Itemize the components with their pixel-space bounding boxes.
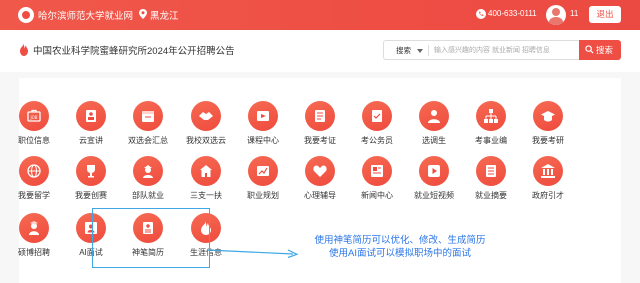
service-item[interactable]: 部队就业 [118, 156, 178, 206]
service-item[interactable]: 云宣讲 [61, 101, 121, 151]
service-item[interactable]: 新闻中心 [347, 156, 407, 206]
service-label: 政府引才 [532, 191, 564, 200]
service-item[interactable]: 我要留学 [4, 156, 64, 206]
svg-text:JOB: JOB [29, 115, 37, 120]
course-icon [248, 101, 278, 131]
service-item[interactable]: 硕博招聘 [4, 213, 64, 263]
service-label: 部队就业 [132, 191, 164, 200]
site-title[interactable]: 哈尔滨师范大学就业网 [38, 8, 133, 22]
service-label: 我要考研 [532, 136, 564, 145]
phone-icon [476, 9, 486, 19]
heart-icon [305, 156, 335, 186]
soldier-icon [133, 156, 163, 186]
service-item[interactable]: 就业短视频 [404, 156, 464, 206]
video-icon [419, 156, 449, 186]
graduate-cap-icon [533, 101, 563, 131]
avatar[interactable] [546, 5, 566, 25]
service-item[interactable]: 三支一扶 [176, 156, 236, 206]
user-count: 11 [570, 9, 579, 18]
service-label: 硕博招聘 [18, 248, 50, 257]
chevron-down-icon[interactable] [417, 49, 423, 53]
search-box: 搜索 [383, 40, 579, 60]
service-label: 职业规划 [247, 191, 279, 200]
service-label: 我要留学 [18, 191, 50, 200]
service-item[interactable]: 心理辅导 [290, 156, 350, 206]
top-bar: 哈尔滨师范大学就业网 黑龙江 400-633-0111 11 退出 [0, 0, 640, 30]
service-label: 就业摘要 [475, 191, 507, 200]
handshake-icon [191, 101, 221, 131]
service-label: 心理辅导 [304, 191, 336, 200]
phone-number: 400-633-0111 [488, 9, 537, 18]
annotation-line-2: 使用AI面试可以模拟职场中的面试 [329, 248, 471, 259]
service-label: 新闻中心 [361, 191, 393, 200]
service-item[interactable]: 考公务员 [347, 101, 407, 151]
service-label: 云宣讲 [79, 136, 103, 145]
certificate-icon [305, 101, 335, 131]
service-label: 我校双选云 [186, 136, 226, 145]
service-item[interactable]: JOB 职位信息 [4, 101, 64, 151]
service-label: 双选会汇总 [128, 136, 168, 145]
service-label: 我要创赛 [75, 191, 107, 200]
trophy-icon [76, 156, 106, 186]
region-selector[interactable]: 黑龙江 [150, 8, 179, 22]
annotation-arrow [206, 249, 299, 258]
presenter-icon [76, 101, 106, 131]
exam-doc-icon [362, 101, 392, 131]
highlight-box [92, 208, 210, 268]
search-divider [428, 45, 429, 56]
service-label: 就业短视频 [414, 191, 454, 200]
globe-icon [19, 156, 49, 186]
calendar-icon [133, 101, 163, 131]
service-item[interactable]: 双选会汇总 [118, 101, 178, 151]
service-label: 三支一扶 [190, 191, 222, 200]
search-button[interactable]: 搜索 [579, 40, 621, 60]
site-logo[interactable] [18, 7, 34, 23]
plan-icon [248, 156, 278, 186]
official-icon [419, 101, 449, 131]
service-item[interactable]: 就业摘要 [461, 156, 521, 206]
search-input[interactable] [434, 44, 576, 57]
service-label: 选调生 [422, 136, 446, 145]
service-item[interactable]: 我要考研 [518, 101, 578, 151]
service-item[interactable]: 我校双选云 [176, 101, 236, 151]
notice-bar: 中国农业科学院蜜蜂研究所2024年公开招聘公告 搜索 [0, 30, 640, 72]
search-button-label: 搜索 [596, 45, 614, 55]
service-label: 我要考证 [304, 136, 336, 145]
hot-icon [20, 43, 28, 56]
summary-icon [476, 156, 506, 186]
org-chart-icon [476, 101, 506, 131]
service-item[interactable]: 我要考证 [290, 101, 350, 151]
notice-headline[interactable]: 中国农业科学院蜜蜂研究所2024年公开招聘公告 [33, 43, 235, 57]
service-item[interactable]: 职业规划 [233, 156, 293, 206]
government-icon [533, 156, 563, 186]
doctoral-icon [19, 213, 49, 243]
service-item[interactable]: 我要创赛 [61, 156, 121, 206]
job-icon: JOB [19, 101, 49, 131]
rural-icon [191, 156, 221, 186]
location-pin-icon [139, 9, 147, 19]
logout-button[interactable]: 退出 [589, 6, 621, 23]
service-label: 课程中心 [247, 136, 279, 145]
news-icon [362, 156, 392, 186]
service-item[interactable]: 政府引才 [518, 156, 578, 206]
service-item[interactable]: 选调生 [404, 101, 464, 151]
service-item[interactable]: 课程中心 [233, 101, 293, 151]
service-label: 考公务员 [361, 136, 393, 145]
search-icon [585, 45, 594, 54]
service-label: 职位信息 [18, 136, 50, 145]
service-item[interactable]: 考事业编 [461, 101, 521, 151]
annotation-line-1: 使用神笔简历可以优化、修改、生成简历 [314, 235, 486, 246]
service-label: 考事业编 [475, 136, 507, 145]
search-type-select[interactable]: 搜索 [396, 45, 411, 56]
annotation-text: 使用神笔简历可以优化、修改、生成简历 使用AI面试可以模拟职场中的面试 [288, 234, 512, 260]
